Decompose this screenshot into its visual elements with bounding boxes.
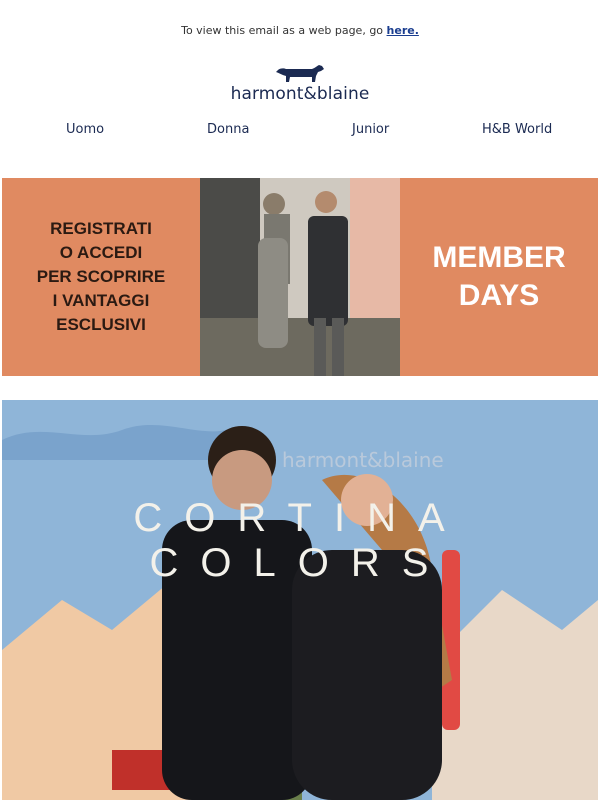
view-online-link[interactable]: here. xyxy=(387,24,419,37)
view-online-note: To view this email as a web page, go her… xyxy=(0,24,600,37)
member-days-banner[interactable]: REGISTRATI O ACCEDI PER SCOPRIRE I VANTA… xyxy=(2,178,598,376)
banner-photo xyxy=(200,178,400,376)
main-nav: Uomo Donna Junior H&B World xyxy=(0,122,600,142)
nav-item-junior[interactable]: Junior xyxy=(352,122,389,137)
nav-item-uomo[interactable]: Uomo xyxy=(66,122,104,137)
hero-backdrop-text: CORTINA COLORS xyxy=(133,496,467,585)
nav-item-donna[interactable]: Donna xyxy=(207,122,249,137)
banner-right-panel: MEMBER DAYS xyxy=(400,178,598,376)
brand-logo[interactable]: harmont&blaine xyxy=(0,62,600,104)
banner-member-days-text: MEMBER DAYS xyxy=(432,241,566,312)
dachshund-logo-icon xyxy=(276,65,324,82)
banner-register-text: REGISTRATI O ACCEDI PER SCOPRIRE I VANTA… xyxy=(36,219,166,334)
brand-wordmark: harmont&blaine xyxy=(230,84,370,104)
banner-couple-image xyxy=(200,178,400,376)
hero-backdrop-brand: harmont&blaine xyxy=(282,448,444,472)
nav-item-hb-world[interactable]: H&B World xyxy=(482,122,552,137)
banner-left-panel: REGISTRATI O ACCEDI PER SCOPRIRE I VANTA… xyxy=(2,178,200,376)
hero-image[interactable]: harmont&blaine CORTINA COLORS xyxy=(2,400,598,800)
view-online-text: To view this email as a web page, go xyxy=(181,24,384,37)
